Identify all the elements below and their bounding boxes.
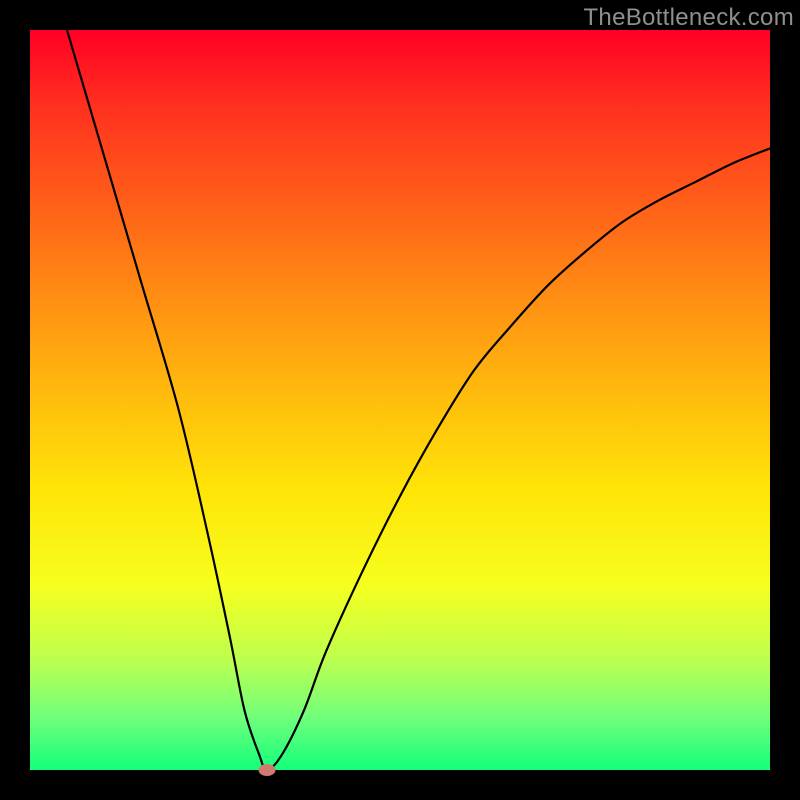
chart-frame: TheBottleneck.com [0, 0, 800, 800]
watermark-text: TheBottleneck.com [583, 4, 794, 32]
plot-area [30, 30, 770, 770]
bottleneck-curve [30, 30, 770, 770]
optimum-marker [258, 764, 275, 776]
